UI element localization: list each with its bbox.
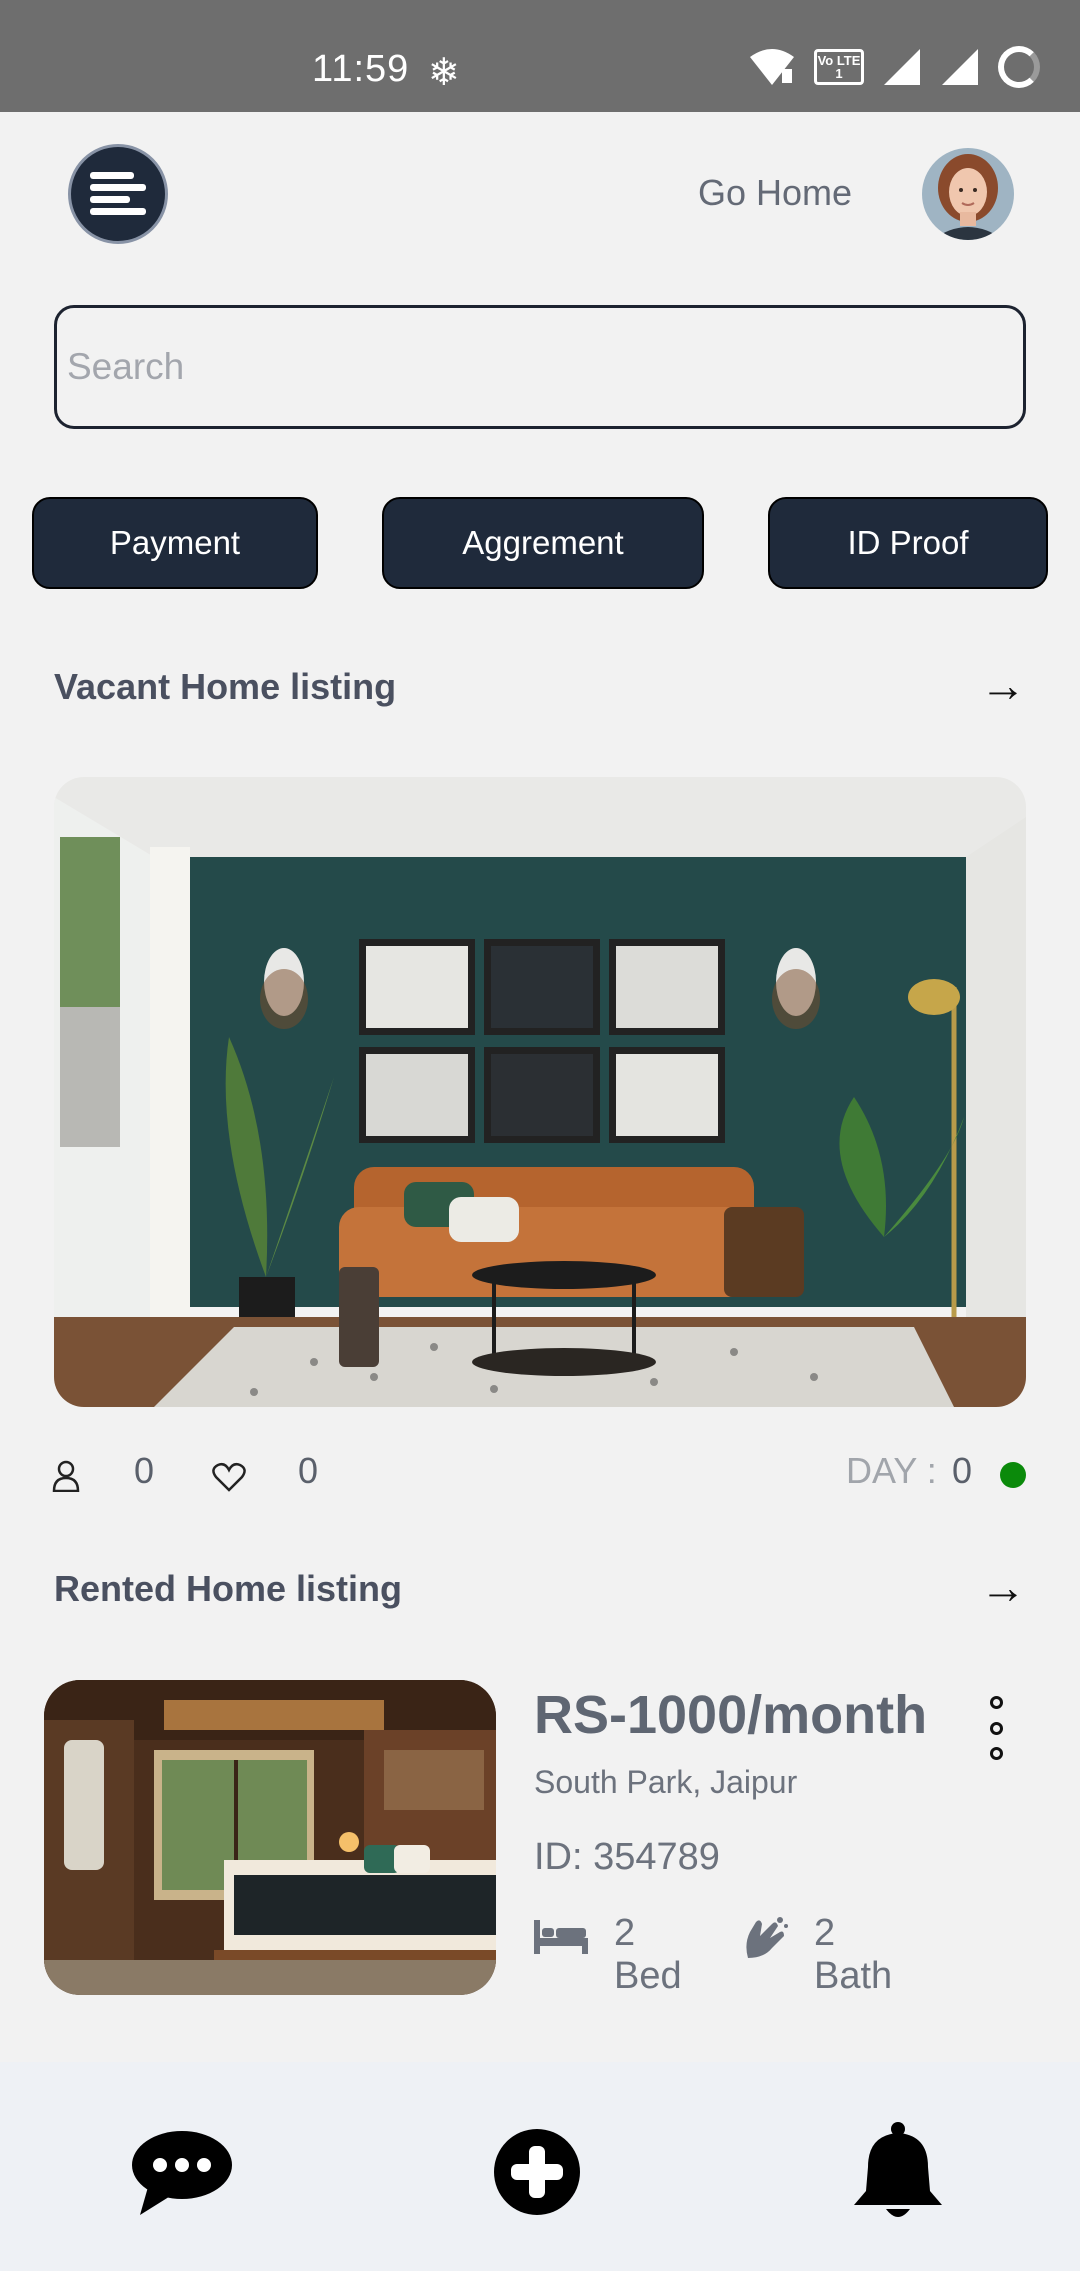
vacant-home-photo[interactable] xyxy=(54,777,1026,1407)
like-count: 0 xyxy=(298,1450,319,1491)
more-options-icon[interactable] xyxy=(978,1696,1014,1760)
heart-icon[interactable] xyxy=(212,1462,246,1492)
id-proof-button[interactable]: ID Proof xyxy=(768,497,1048,589)
menu-button[interactable] xyxy=(68,144,168,244)
user-count: 0 xyxy=(134,1450,155,1491)
rented-section-title: Rented Home listing xyxy=(54,1568,403,1609)
search-input[interactable] xyxy=(54,305,1026,429)
signal-icon-2 xyxy=(942,49,978,85)
bedroom-image xyxy=(44,1680,496,1995)
chat-icon xyxy=(132,2131,232,2215)
menu-icon xyxy=(90,172,146,215)
status-time: 11:59 xyxy=(312,48,410,90)
snowflake-icon: ❄ xyxy=(428,52,460,94)
add-button[interactable] xyxy=(477,2112,597,2232)
agreement-button[interactable]: Aggrement xyxy=(382,497,704,589)
status-icons: Vo LTE 1 xyxy=(748,46,1040,88)
chat-button[interactable] xyxy=(122,2112,242,2232)
bath-count: 2 Bath xyxy=(814,1912,893,1997)
status-dot xyxy=(1000,1462,1026,1488)
signal-icon xyxy=(884,49,920,85)
lte-icon: Vo LTE 1 xyxy=(814,49,864,85)
listing-price: RS-1000/month xyxy=(534,1685,928,1745)
listing-location: South Park, Jaipur xyxy=(534,1764,798,1800)
bed-count: 2 Bed xyxy=(614,1912,682,1997)
vacant-section-title: Vacant Home listing xyxy=(54,666,397,707)
day-label: DAY : xyxy=(846,1450,937,1491)
living-room-image xyxy=(54,777,1026,1407)
payment-button[interactable]: Payment xyxy=(32,497,318,589)
bottom-nav xyxy=(0,2062,1080,2271)
battery-icon xyxy=(998,46,1040,88)
avatar[interactable] xyxy=(922,148,1014,240)
vacant-stats-row: 0 0 DAY : 0 xyxy=(0,1450,1080,1502)
rented-home-photo[interactable] xyxy=(44,1680,496,1995)
bell-icon xyxy=(854,2122,942,2217)
go-home-link[interactable]: Go Home xyxy=(698,172,852,214)
day-value: 0 xyxy=(952,1450,973,1491)
rented-see-all-arrow[interactable]: → xyxy=(980,1564,1026,1610)
bed-icon xyxy=(534,1920,588,1954)
profile-avatar xyxy=(922,148,1014,240)
bath-icon xyxy=(746,1917,788,1958)
notifications-button[interactable] xyxy=(838,2112,958,2232)
listing-id: ID: 354789 xyxy=(534,1836,720,1878)
status-bar: 11:59 ❄ Vo LTE 1 xyxy=(0,0,1080,112)
wifi-icon xyxy=(750,49,794,85)
add-icon xyxy=(494,2129,580,2215)
user-icon xyxy=(52,1460,80,1492)
vacant-see-all-arrow[interactable]: → xyxy=(980,662,1026,708)
